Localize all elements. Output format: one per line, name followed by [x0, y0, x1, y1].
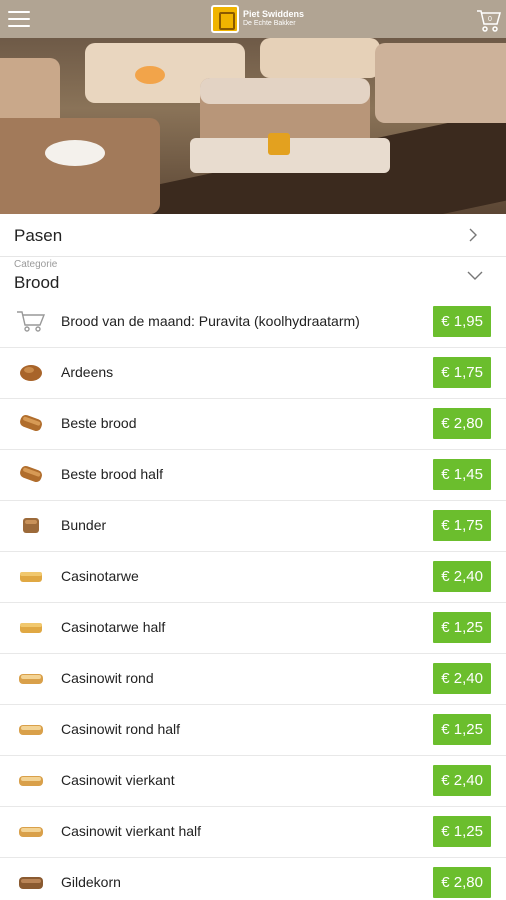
- list-item[interactable]: Bunder € 1,75: [0, 501, 506, 552]
- product-name: Beste brood: [61, 415, 137, 431]
- product-name: Casinowit rond: [61, 670, 154, 686]
- square-bread-icon: [16, 513, 46, 537]
- price-button[interactable]: € 2,80: [433, 408, 491, 439]
- price-button[interactable]: € 1,75: [433, 357, 491, 388]
- product-name: Casinotarwe: [61, 568, 139, 584]
- white-loaf-icon: [16, 768, 46, 792]
- price-button[interactable]: € 1,25: [433, 816, 491, 847]
- category-dropdown[interactable]: Categorie Brood: [0, 257, 506, 297]
- list-item[interactable]: Ardeens € 1,75: [0, 348, 506, 399]
- price-button[interactable]: € 2,40: [433, 663, 491, 694]
- logo: Piet Swiddens De Echte Bakker: [211, 4, 304, 34]
- price-button[interactable]: € 1,75: [433, 510, 491, 541]
- white-loaf-icon: [16, 819, 46, 843]
- price-button[interactable]: € 1,45: [433, 459, 491, 490]
- loaf-icon: [16, 462, 46, 486]
- product-name: Casinowit rond half: [61, 721, 181, 737]
- chevron-down-icon: [467, 271, 483, 280]
- list-item[interactable]: Beste brood € 2,80: [0, 399, 506, 450]
- price-button[interactable]: € 2,80: [433, 867, 491, 898]
- list-item[interactable]: Casinotarwe half € 1,25: [0, 603, 506, 654]
- white-loaf-icon: [16, 717, 46, 741]
- grain-loaf-icon: [16, 870, 46, 894]
- hamburger-icon[interactable]: [8, 11, 30, 27]
- product-name: Casinotarwe half: [61, 619, 166, 635]
- product-name: Gildekorn: [61, 874, 121, 890]
- product-name: Beste brood half: [61, 466, 163, 482]
- price-button[interactable]: € 2,40: [433, 765, 491, 796]
- price-button[interactable]: € 1,25: [433, 714, 491, 745]
- product-name: Casinowit vierkant: [61, 772, 175, 788]
- price-button[interactable]: € 1,25: [433, 612, 491, 643]
- category-value: Brood: [14, 273, 60, 292]
- logo-line2: De Echte Bakker: [243, 20, 296, 27]
- logo-mark: [211, 5, 239, 33]
- product-name: Brood van de maand: Puravita (koolhydraa…: [61, 313, 360, 329]
- hero-image: [0, 38, 506, 214]
- product-name: Ardeens: [61, 364, 114, 380]
- list-item[interactable]: Casinowit rond € 2,40: [0, 654, 506, 705]
- list-item[interactable]: Casinowit vierkant half € 1,25: [0, 807, 506, 858]
- product-name: Bunder: [61, 517, 107, 533]
- list-item[interactable]: Gildekorn € 2,80: [0, 858, 506, 900]
- product-name: Casinowit vierkant half: [61, 823, 202, 839]
- list-item[interactable]: Casinowit vierkant € 2,40: [0, 756, 506, 807]
- tin-loaf-icon: [16, 615, 46, 639]
- cart-outline-icon: [16, 309, 46, 333]
- section-title: Pasen: [14, 226, 63, 245]
- section-pasen[interactable]: Pasen: [0, 214, 506, 257]
- white-loaf-icon: [16, 666, 46, 690]
- cart-count: 0: [488, 16, 492, 23]
- chevron-right-icon: [469, 228, 477, 242]
- top-bar: Piet Swiddens De Echte Bakker 0: [0, 0, 506, 38]
- product-list: Brood van de maand: Puravita (koolhydraa…: [0, 297, 506, 900]
- price-button[interactable]: € 1,95: [433, 306, 491, 337]
- list-item[interactable]: Casinowit rond half € 1,25: [0, 705, 506, 756]
- loaf-icon: [16, 411, 46, 435]
- category-label: Categorie: [14, 259, 58, 270]
- list-item[interactable]: Beste brood half € 1,45: [0, 450, 506, 501]
- round-bread-icon: [16, 360, 46, 384]
- tin-loaf-icon: [16, 564, 46, 588]
- list-item[interactable]: Brood van de maand: Puravita (koolhydraa…: [0, 297, 506, 348]
- list-item[interactable]: Casinotarwe € 2,40: [0, 552, 506, 603]
- price-button[interactable]: € 2,40: [433, 561, 491, 592]
- cart-icon[interactable]: 0: [474, 6, 502, 34]
- logo-line1: Piet Swiddens: [243, 9, 305, 19]
